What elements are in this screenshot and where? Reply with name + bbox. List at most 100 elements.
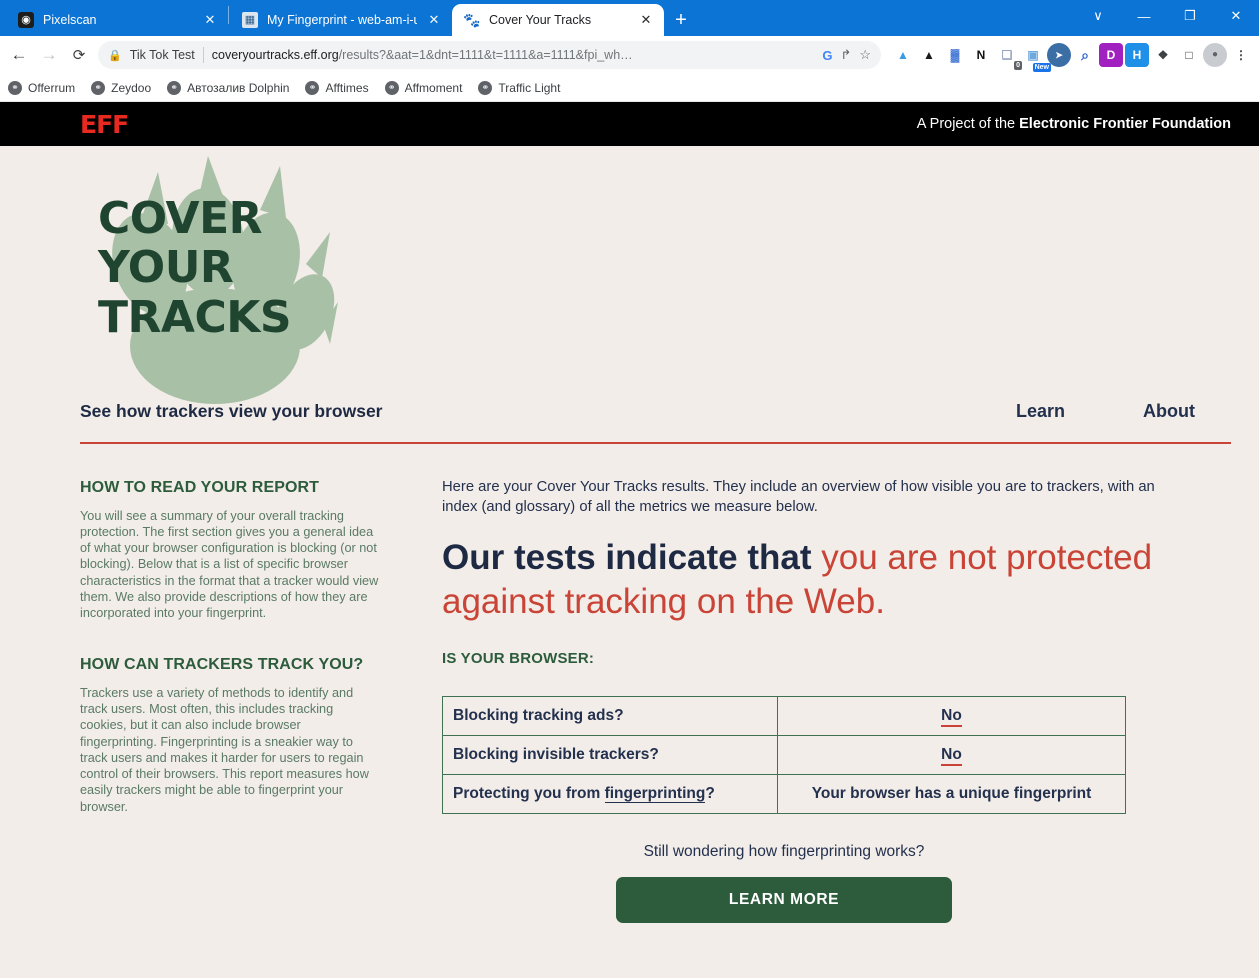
ext-puzzle-icon[interactable]: ❖ xyxy=(1151,43,1175,67)
main-column: Here are your Cover Your Tracks results.… xyxy=(442,478,1231,924)
tab-strip: ◉ Pixelscan ✕ ▦ My Fingerprint - web-am-… xyxy=(0,0,1259,36)
table-row: Blocking tracking ads? No xyxy=(442,696,1126,737)
bookmark-label: Автозалив Dolphin xyxy=(187,80,290,95)
ext-adguard-icon[interactable]: ▲ xyxy=(891,43,915,67)
bookmark-offerrum[interactable]: ⚭ Offerrum xyxy=(8,80,76,95)
ext-screenshot-new-badge: New xyxy=(1032,63,1051,72)
sidebar: HOW TO READ YOUR REPORT You will see a s… xyxy=(80,478,380,923)
nav-link-learn[interactable]: Learn xyxy=(1016,401,1065,422)
tab-close-icon[interactable]: ✕ xyxy=(426,12,442,28)
site-nav-links: Learn About xyxy=(1016,401,1231,422)
ext-dashlane-icon[interactable]: D xyxy=(1099,43,1123,67)
sidebar-body: Trackers use a variety of methods to ide… xyxy=(80,685,369,814)
tab-search-icon[interactable]: ∨ xyxy=(1075,0,1121,32)
bookmark-label: Offerrum xyxy=(28,80,76,95)
extension-tray: ▲ ▲ ▓ N ❑ 0 ▣ New ➤ ⌕ D H ❖ □ ● ⋮ xyxy=(887,43,1253,72)
nav-link-about[interactable]: About xyxy=(1143,401,1195,422)
globe-icon: ⚭ xyxy=(91,80,106,95)
row-answer: No xyxy=(777,696,1126,737)
close-window-icon[interactable]: ✕ xyxy=(1213,0,1259,32)
sidebar-section-how-to-read: HOW TO READ YOUR REPORT You will see a s… xyxy=(80,478,380,621)
row-question: Protecting you from fingerprinting? xyxy=(442,774,778,815)
page-content: COVER YOUR TRACKS See how trackers view … xyxy=(0,146,1259,978)
site-logo[interactable]: COVER YOUR TRACKS xyxy=(80,146,1231,404)
bookmark-traffic-light[interactable]: ⚭ Traffic Light xyxy=(478,80,560,95)
ext-screenshot-icon[interactable]: ▣ New xyxy=(1021,43,1051,72)
bookmark-afftimes[interactable]: ⚭ Afftimes xyxy=(305,80,369,95)
maximize-icon[interactable]: ❐ xyxy=(1167,0,1213,32)
globe-icon: ⚭ xyxy=(478,80,493,95)
bookmark-star-icon[interactable]: ☆ xyxy=(859,47,871,63)
logo-line-1: COVER xyxy=(98,193,263,244)
globe-icon: ⚭ xyxy=(167,80,182,95)
new-tab-button[interactable]: + xyxy=(664,4,698,36)
question-prefix: Protecting you from xyxy=(453,785,605,803)
headline-dark: Our tests indicate that xyxy=(442,537,812,577)
row-question: Blocking invisible trackers? xyxy=(442,735,778,776)
tab-cover-your-tracks[interactable]: 🐾 Cover Your Tracks ✕ xyxy=(452,4,664,36)
row-answer: No xyxy=(777,735,1126,776)
chip-separator xyxy=(202,47,204,63)
address-bar[interactable]: 🔒 Tik Tok Test coveryourtracks.eff.org/r… xyxy=(98,41,881,69)
bookmark-label: Afftimes xyxy=(325,80,369,95)
answer-value: No xyxy=(941,746,962,767)
bookmark-affmoment[interactable]: ⚭ Affmoment xyxy=(384,80,463,95)
browser-toolbar: ← → ⟳ 🔒 Tik Tok Test coveryourtracks.eff… xyxy=(0,36,1259,74)
globe-icon: ⚭ xyxy=(8,80,22,95)
results-headline: Our tests indicate that you are not prot… xyxy=(442,536,1182,624)
answer-value: No xyxy=(941,707,962,728)
reload-icon[interactable]: ⟳ xyxy=(64,40,94,70)
ext-sidepanel-icon[interactable]: □ xyxy=(1177,43,1201,67)
tab-close-icon[interactable]: ✕ xyxy=(638,12,654,28)
sidebar-section-how-trackers-track: HOW CAN TRACKERS TRACK YOU? Trackers use… xyxy=(80,655,380,815)
forward-icon: → xyxy=(40,45,58,64)
learn-more-button[interactable]: LEARN MORE xyxy=(616,877,952,924)
eff-logo[interactable]: EFF xyxy=(80,110,129,139)
tab-title: Cover Your Tracks xyxy=(489,13,592,27)
url-host: coveryourtracks.eff.org xyxy=(211,48,339,62)
ext-cookie-icon[interactable]: ❑ 0 xyxy=(995,43,1022,70)
ext-bot-icon[interactable]: ▓ xyxy=(943,43,967,67)
ext-hola-icon[interactable]: H xyxy=(1125,43,1149,67)
pixelscan-icon: ◉ xyxy=(18,12,34,28)
tab-pixelscan[interactable]: ◉ Pixelscan ✕ xyxy=(6,4,228,36)
google-icon[interactable]: G xyxy=(822,48,832,63)
fingerprinting-link[interactable]: fingerprinting xyxy=(604,785,706,804)
content-columns: HOW TO READ YOUR REPORT You will see a s… xyxy=(80,444,1231,924)
bookmark-label: Affmoment xyxy=(404,80,463,95)
tab-my-fingerprint[interactable]: ▦ My Fingerprint - web-am-i-uniq ✕ xyxy=(230,4,452,36)
back-icon[interactable]: ← xyxy=(4,40,34,70)
bookmark-zeydoo[interactable]: ⚭ Zeydoo xyxy=(91,80,152,95)
logo-line-2: YOUR xyxy=(98,242,234,294)
globe-icon: ⚭ xyxy=(305,80,320,95)
tab-separator xyxy=(228,5,229,24)
logo-line-3: TRACKS xyxy=(98,291,292,343)
url-text: coveryourtracks.eff.org/results?&aat=1&d… xyxy=(212,48,633,62)
minimize-icon[interactable]: — xyxy=(1121,0,1167,32)
table-row: Blocking invisible trackers? No xyxy=(442,735,1126,776)
results-subhead: IS YOUR BROWSER: xyxy=(442,650,595,668)
tab-close-icon[interactable]: ✕ xyxy=(202,12,218,28)
profile-chip[interactable]: Tik Tok Test xyxy=(130,48,195,62)
ext-menu-icon[interactable]: ⋮ xyxy=(1229,43,1253,67)
bookmark-avtozaliv-dolphin[interactable]: ⚭ Автозалив Dolphin xyxy=(167,80,290,95)
row-question: Blocking tracking ads? xyxy=(442,696,778,737)
results-intro: Here are your Cover Your Tracks results.… xyxy=(442,479,1155,515)
ext-adblock-icon[interactable]: ▲ xyxy=(917,43,941,67)
lock-icon: 🔒 xyxy=(108,49,122,62)
window-controls: ∨ — ❐ ✕ xyxy=(1075,0,1259,32)
bookmark-label: Zeydoo xyxy=(111,80,152,95)
sidebar-heading: HOW TO READ YOUR REPORT xyxy=(80,479,320,496)
question-suffix: ? xyxy=(705,785,715,803)
ext-notion-icon[interactable]: N xyxy=(969,43,993,67)
share-icon[interactable]: ↱ xyxy=(840,47,851,63)
ext-search-icon[interactable]: ⌕ xyxy=(1073,43,1097,67)
table-row: Protecting you from fingerprinting? Your… xyxy=(442,774,1126,815)
globe-icon: ⚭ xyxy=(384,80,399,95)
ext-profile-icon[interactable]: ● xyxy=(1203,43,1227,67)
eff-tagline: A Project of the Electronic Frontier Fou… xyxy=(917,116,1231,132)
ext-cursor-icon[interactable]: ➤ xyxy=(1047,43,1071,67)
sidebar-body: You will see a summary of your overall t… xyxy=(80,508,379,621)
eff-banner: EFF A Project of the Electronic Frontier… xyxy=(0,102,1259,146)
fingerprint-icon: ▦ xyxy=(242,12,258,28)
